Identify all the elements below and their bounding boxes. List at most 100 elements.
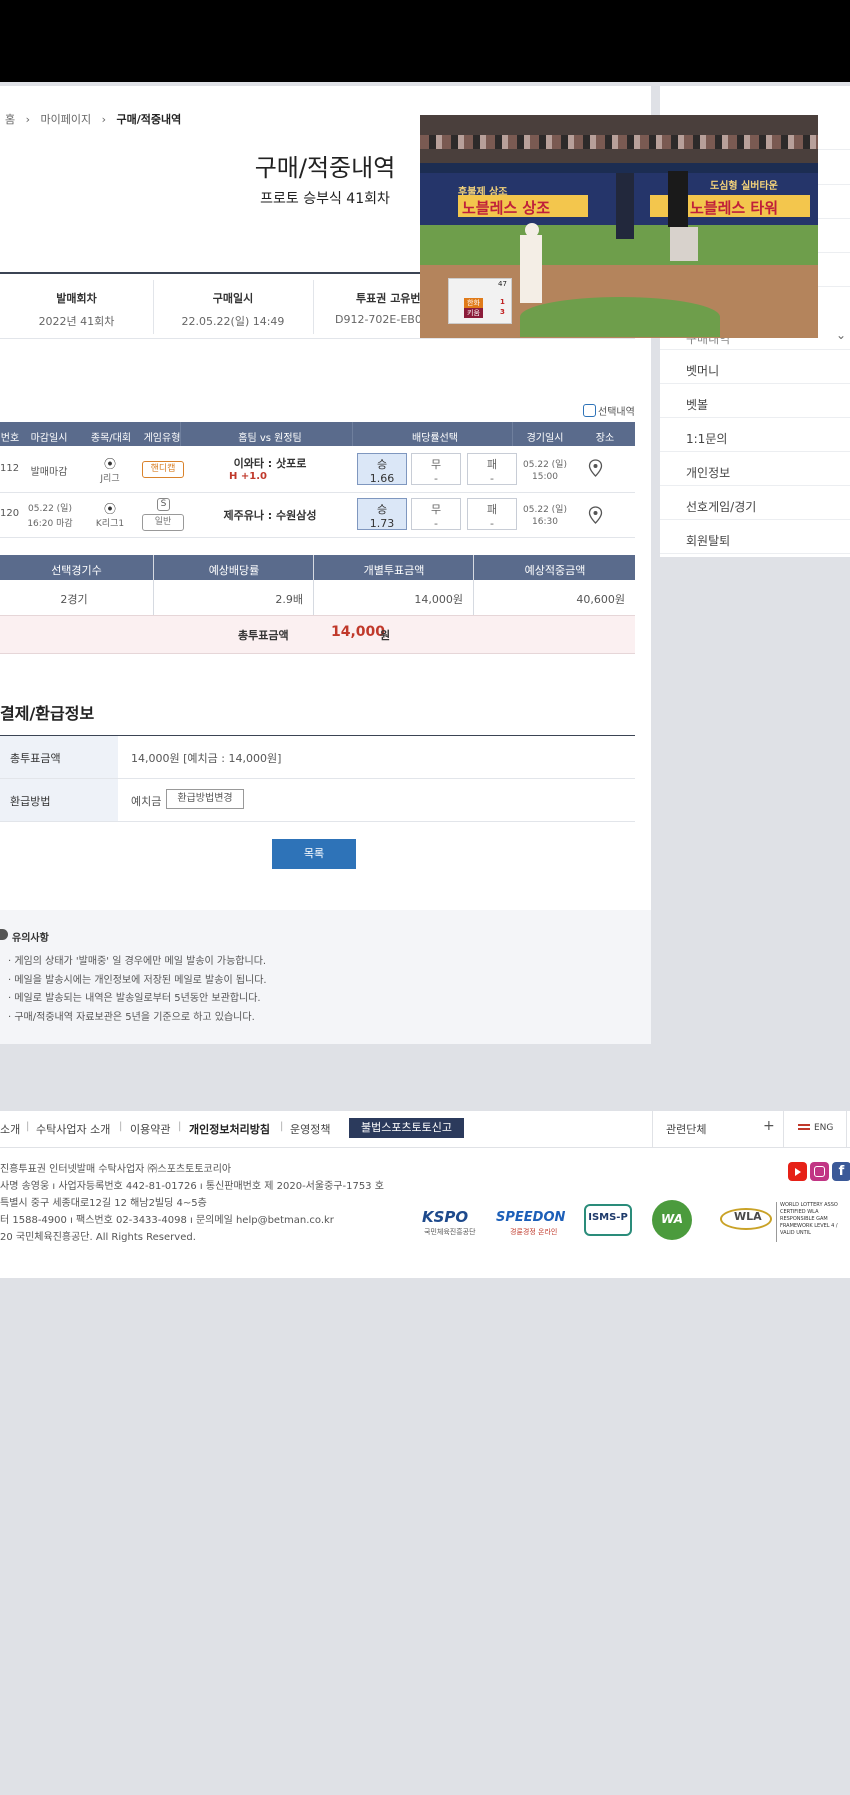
col-bet-amount: 개별투표금액 bbox=[363, 564, 425, 577]
odds-label: 패 bbox=[486, 503, 498, 516]
sidebar-divider bbox=[660, 553, 850, 554]
footer-link-about[interactable]: 소개 bbox=[0, 1121, 20, 1137]
score-team2: 키움 bbox=[464, 308, 483, 318]
notice-text: 게임의 상태가 '발매중' 일 경우에만 메일 발송이 가능합니다. bbox=[14, 956, 267, 967]
breadcrumb-home[interactable]: 홈 bbox=[5, 113, 15, 126]
score-team1: 한화 bbox=[464, 298, 483, 308]
footer-divider bbox=[652, 1111, 653, 1147]
header-divider bbox=[352, 422, 353, 446]
odds-value: 1.66 bbox=[369, 472, 395, 485]
totals-divider bbox=[313, 555, 314, 615]
payment-total-value: 14,000원 [예치금 : 14,000원] bbox=[131, 752, 282, 765]
payment-total-label: 총투표금액 bbox=[10, 752, 61, 765]
sidebar-item-favorite-games[interactable]: 선호게임/경기 bbox=[686, 498, 756, 515]
footer-link-terms[interactable]: 이용약관 bbox=[130, 1121, 170, 1137]
breadcrumb-mypage[interactable]: 마이페이지 bbox=[41, 113, 92, 126]
odds-value: - bbox=[490, 517, 494, 530]
page-subtitle: 프로토 승부식 41회차 bbox=[260, 191, 390, 207]
row2-game-date: 05.22 (일) bbox=[523, 505, 567, 515]
page-title: 구매/적중내역 bbox=[254, 154, 396, 182]
sidebar-item-personal-info[interactable]: 개인정보 bbox=[686, 464, 730, 481]
youtube-icon[interactable] bbox=[788, 1162, 807, 1181]
location-pin-icon[interactable] bbox=[588, 459, 603, 481]
row1-draw-odds[interactable]: 무- bbox=[411, 453, 461, 485]
row1-game-date: 05.22 (일) bbox=[523, 460, 567, 470]
ad-text-big: 노블레스 상조 bbox=[462, 199, 551, 217]
col-matchup: 홈팀 vs 원정팀 bbox=[238, 433, 302, 444]
selected-items-toggle[interactable]: 선택내역 bbox=[583, 403, 635, 418]
footer-info-line: 진흥투표권 인터넷발매 수탁사업자 ㈜스포츠토토코리아 bbox=[0, 1164, 232, 1175]
kspo-logo-sub: 국민체육진흥공단 bbox=[424, 1228, 476, 1236]
footer-separator: | bbox=[280, 1121, 284, 1132]
notice-title: 유의사항 bbox=[12, 933, 49, 944]
footer-link-contractor[interactable]: 수탁사업자 소개 bbox=[36, 1121, 110, 1137]
footer-info-line: 20 국민체육진흥공단. All Rights Reserved. bbox=[0, 1232, 196, 1243]
speedon-logo: SPEEDON bbox=[496, 1210, 566, 1225]
list-button[interactable]: 목록 bbox=[272, 839, 356, 869]
notice-item: · 메일로 발송되는 내역은 발송일로부터 5년동안 보관합니다. bbox=[8, 993, 261, 1004]
row1-deadline: 발매마감 bbox=[30, 467, 68, 478]
checkbox-icon bbox=[583, 404, 596, 417]
notice-text: 구매/적중내역 자료보관은 5년을 기준으로 하고 있습니다. bbox=[14, 1012, 255, 1023]
footer-divider bbox=[846, 1111, 847, 1147]
odds-label: 승 bbox=[376, 503, 388, 516]
change-refund-method-button[interactable]: 환급방법변경 bbox=[166, 789, 244, 809]
col-deadline: 마감일시 bbox=[30, 433, 68, 444]
col-game-type: 게임유형 bbox=[143, 433, 181, 444]
selected-items-label: 선택내역 bbox=[598, 407, 635, 418]
breadcrumb-separator: › bbox=[25, 113, 31, 126]
row1-number: 112 bbox=[0, 463, 20, 474]
odds-value: - bbox=[434, 472, 438, 485]
footer-info-line: 특별시 중구 세종대로12길 12 해남2빌딩 4~5층 bbox=[0, 1198, 207, 1209]
video-overlay[interactable]: 후불제 상조 노블레스 상조 도심형 실버타운 노블레스 타워 47 한화 1 … bbox=[420, 115, 818, 338]
row2-lose-odds[interactable]: 패- bbox=[467, 498, 517, 530]
grass-patch bbox=[520, 297, 720, 337]
footer-link-policy[interactable]: 운영정책 bbox=[290, 1121, 330, 1137]
header-divider bbox=[180, 422, 181, 446]
row-divider bbox=[0, 492, 635, 493]
facebook-icon[interactable]: f bbox=[832, 1162, 850, 1181]
related-orgs-select[interactable]: 관련단체 bbox=[666, 1121, 706, 1137]
row2-number: 120 bbox=[0, 508, 20, 519]
top-bar bbox=[0, 0, 850, 82]
notice-item: · 게임의 상태가 '발매중' 일 경우에만 메일 발송이 가능합니다. bbox=[8, 956, 267, 967]
report-illegal-button[interactable]: 불법스포츠토토신고 bbox=[349, 1118, 464, 1138]
row1-lose-odds[interactable]: 패- bbox=[467, 453, 517, 485]
row2-matchup: 제주유나 : 수원삼성 bbox=[223, 509, 317, 522]
location-pin-icon[interactable] bbox=[588, 506, 603, 528]
notice-item: · 메일을 발송시에는 개인정보에 저장된 메일로 발송이 됩니다. bbox=[8, 975, 267, 986]
instagram-icon[interactable] bbox=[810, 1162, 829, 1181]
col-game-date: 경기일시 bbox=[526, 433, 564, 444]
summary-round-label: 발매회차 bbox=[56, 292, 97, 305]
row2-draw-odds[interactable]: 무- bbox=[411, 498, 461, 530]
us-flag-icon bbox=[798, 1124, 810, 1132]
row2-win-odds[interactable]: 승 1.73 bbox=[357, 498, 407, 530]
row2-deadline-time: 16:20 마감 bbox=[27, 519, 73, 529]
row2-game-time: 16:30 bbox=[532, 517, 558, 527]
row-divider bbox=[0, 821, 635, 822]
sidebar-divider bbox=[660, 519, 850, 520]
totals-divider bbox=[473, 555, 474, 615]
footer-link-privacy[interactable]: 개인정보처리방침 bbox=[189, 1121, 270, 1137]
sidebar-item-withdraw[interactable]: 회원탈퇴 bbox=[686, 532, 730, 549]
wla-certification: WORLD LOTTERY ASSO CERTIFIED WLA RESPONS… bbox=[776, 1202, 850, 1242]
sidebar-item-betball[interactable]: 벳볼 bbox=[686, 396, 708, 413]
sidebar-divider bbox=[660, 349, 850, 350]
chevron-down-icon[interactable]: ⌄ bbox=[836, 328, 846, 342]
sidebar-item-inquiry[interactable]: 1:1문의 bbox=[686, 430, 727, 447]
odds-label: 무 bbox=[430, 458, 442, 471]
row1-win-odds[interactable]: 승 1.66 bbox=[357, 453, 407, 485]
refund-method-label: 환급방법 bbox=[10, 795, 51, 808]
footer-info-line: 터 1588-4900 ı 팩스번호 02-3433-4098 ı 문의메일 h… bbox=[0, 1215, 334, 1226]
sidebar-divider bbox=[660, 417, 850, 418]
row2-type-badge: 일반 bbox=[142, 514, 184, 531]
sidebar-item-betmoney[interactable]: 벳머니 bbox=[686, 362, 719, 379]
single-game-icon: S bbox=[157, 498, 170, 511]
odds-label: 무 bbox=[430, 503, 442, 516]
plus-icon[interactable]: + bbox=[763, 1118, 775, 1134]
umpire bbox=[668, 171, 688, 227]
total-amount-unit: 원 bbox=[380, 629, 391, 642]
notice-text: 메일을 발송시에는 개인정보에 저장된 메일로 발송이 됩니다. bbox=[14, 975, 267, 986]
selected-count-value: 2경기 bbox=[60, 593, 88, 606]
language-toggle[interactable]: ENG bbox=[814, 1123, 833, 1133]
